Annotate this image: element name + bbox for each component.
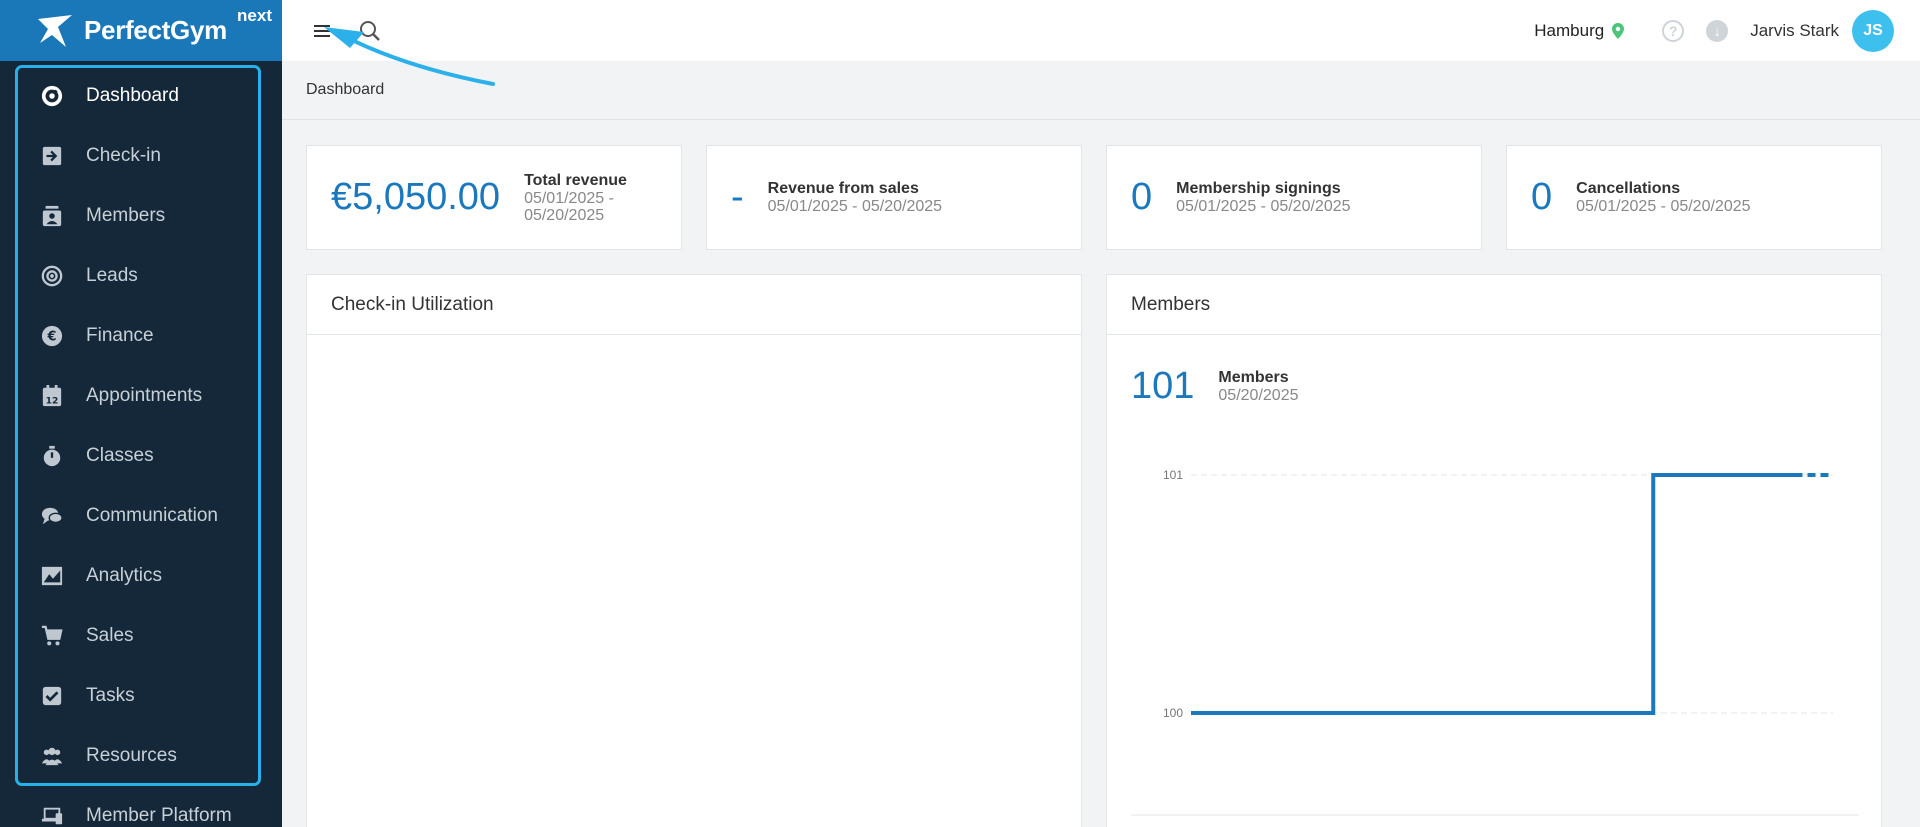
members-icon (40, 204, 64, 228)
brand-logo[interactable]: PerfectGym next (0, 0, 282, 61)
y-tick-label: 101 (1163, 468, 1183, 482)
user-name[interactable]: Jarvis Stark (1750, 21, 1839, 41)
sidebar-item-label: Members (86, 205, 166, 226)
kpi-value: €5,050.00 (331, 176, 501, 218)
sidebar-item-appointments[interactable]: 12 Appointments (0, 366, 282, 426)
members-chart: 101 100 (1131, 468, 1859, 816)
kpi-title: Cancellations (1576, 180, 1681, 197)
classes-icon (40, 444, 64, 468)
checkin-utilization-panel: Check-in Utilization (306, 274, 1082, 827)
brand-name: PerfectGym (84, 15, 227, 45)
sidebar-item-communication[interactable]: Communication (0, 486, 282, 546)
location-selector[interactable]: Hamburg (1534, 20, 1625, 41)
sidebar-item-leads[interactable]: Leads (0, 246, 282, 306)
sidebar-item-finance[interactable]: € Finance (0, 306, 282, 366)
kpi-card-revenue-from-sales: - Revenue from sales 05/01/2025 - 05/20/… (706, 145, 1082, 250)
sidebar-item-members[interactable]: Members (0, 186, 282, 246)
kpi-title: Membership signings (1176, 180, 1341, 197)
sidebar-item-classes[interactable]: Classes (0, 426, 282, 486)
panel-title: Members (1107, 275, 1881, 335)
kpi-value: - (731, 176, 744, 218)
kpi-value: 0 (1531, 176, 1553, 218)
sidebar-item-label: Resources (86, 745, 177, 766)
check-in-icon (40, 144, 64, 168)
members-panel: Members 101 Members 05/20/2025 101 100 (1106, 274, 1882, 827)
svg-text:€: € (47, 330, 57, 345)
sidebar-item-check-in[interactable]: Check-in (0, 126, 282, 186)
svg-text:12: 12 (46, 395, 59, 406)
sidebar-item-resources[interactable]: Resources (0, 726, 282, 786)
sidebar-item-label: Sales (86, 625, 134, 646)
sidebar-item-label: Tasks (86, 685, 135, 706)
sidebar-item-label: Classes (86, 445, 154, 466)
sidebar-item-label: Check-in (86, 145, 161, 166)
kpi-card-membership-signings: 0 Membership signings 05/01/2025 - 05/20… (1106, 145, 1482, 250)
appointments-icon: 12 (40, 384, 64, 408)
sidebar-item-tasks[interactable]: Tasks (0, 666, 282, 726)
member-platform-icon (40, 804, 64, 827)
kpi-date-range-end: 05/20/2025 (524, 206, 605, 224)
sidebar-item-sales[interactable]: Sales (0, 606, 282, 666)
help-icon[interactable]: ? (1662, 19, 1685, 42)
top-bar: Hamburg ? ↓ Jarvis Stark JS (282, 0, 1920, 61)
kpi-date-range: 05/01/2025 - 05/20/2025 (1576, 198, 1751, 215)
sidebar-item-label: Dashboard (86, 85, 179, 106)
finance-icon: € (40, 324, 64, 348)
panel-title: Check-in Utilization (307, 275, 1081, 335)
sidebar-item-label: Member Platform (86, 805, 232, 826)
sidebar: PerfectGym next Dashboard Check-in Membe… (0, 0, 282, 827)
sidebar-item-label: Analytics (86, 565, 163, 586)
location-name: Hamburg (1534, 20, 1605, 40)
kpi-card-cancellations: 0 Cancellations 05/01/2025 - 05/20/2025 (1506, 145, 1882, 250)
sidebar-item-dashboard[interactable]: Dashboard (0, 66, 282, 126)
download-icon[interactable]: ↓ (1706, 19, 1729, 42)
kpi-date-range: 05/01/2025 - (524, 189, 614, 207)
tasks-icon (40, 684, 64, 708)
kpi-date-range: 05/01/2025 - 05/20/2025 (1176, 198, 1351, 215)
breadcrumb[interactable]: Dashboard (282, 61, 1920, 120)
y-tick-label: 100 (1163, 706, 1183, 720)
kpi-card-total-revenue: €5,050.00 Total revenue 05/01/2025 - 05/… (306, 145, 682, 250)
members-stat: 101 Members 05/20/2025 (1131, 365, 1298, 408)
perfectgym-star-icon (38, 14, 72, 47)
sidebar-item-analytics[interactable]: Analytics (0, 546, 282, 606)
dashboard-icon (40, 84, 64, 108)
sidebar-item-label: Finance (86, 325, 154, 346)
kpi-date-range: 05/01/2025 - 05/20/2025 (767, 198, 943, 215)
location-pin-icon (1612, 22, 1625, 39)
leads-icon (40, 264, 64, 288)
members-date: 05/20/2025 (1218, 386, 1299, 404)
kpi-title: Total revenue (524, 171, 627, 189)
analytics-icon (40, 564, 64, 588)
avatar[interactable]: JS (1852, 9, 1894, 52)
sidebar-item-label: Appointments (86, 385, 203, 406)
sidebar-item-label: Leads (86, 265, 138, 286)
members-count: 101 (1131, 365, 1195, 407)
sidebar-nav: Dashboard Check-in Members Leads € Finan… (0, 66, 282, 827)
members-series-line (1191, 473, 1795, 715)
sales-icon (40, 624, 64, 648)
resources-icon (40, 744, 64, 768)
sidebar-item-member-platform[interactable]: Member Platform (0, 786, 282, 827)
kpi-title: Revenue from sales (767, 180, 919, 197)
members-label: Members (1218, 368, 1289, 386)
kpi-value: 0 (1131, 176, 1153, 218)
communication-icon (40, 504, 64, 528)
sidebar-item-label: Communication (86, 505, 218, 526)
brand-suffix: next (237, 6, 272, 25)
